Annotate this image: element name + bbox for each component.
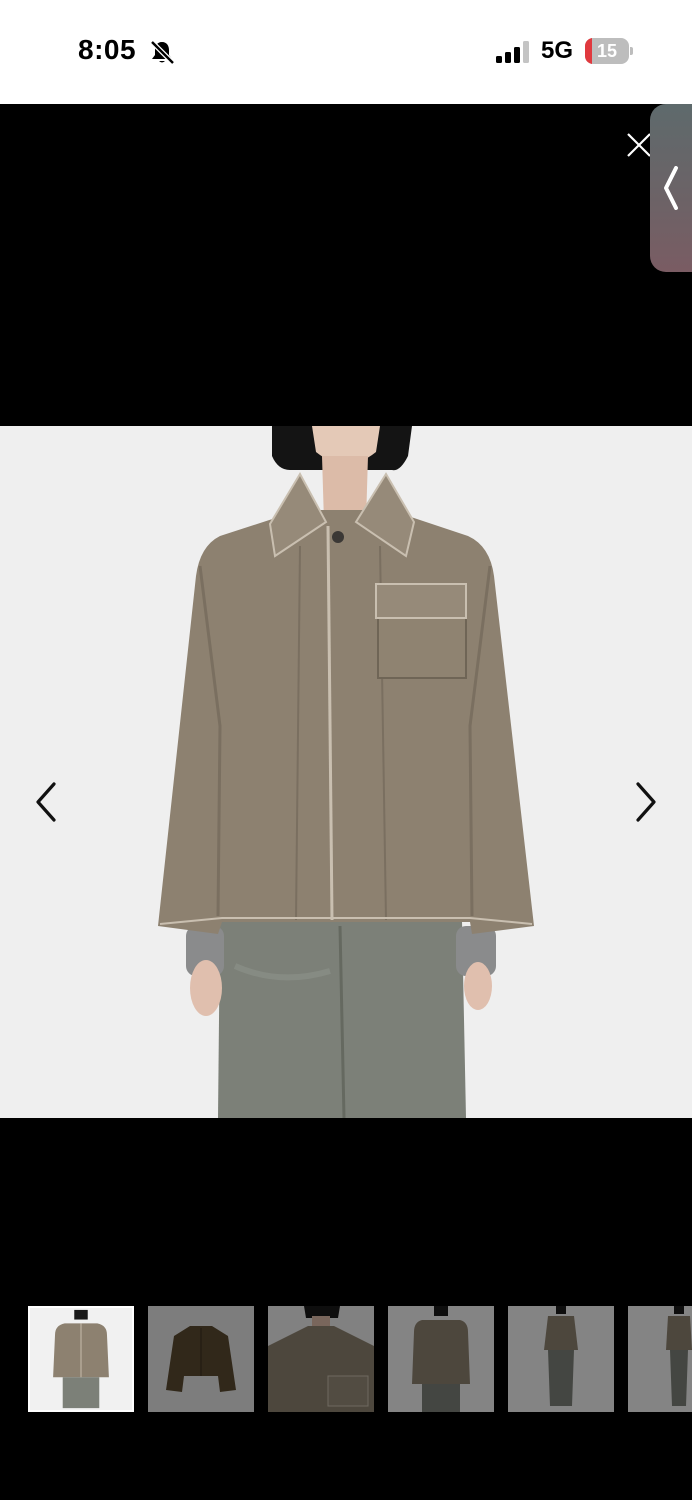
thumbnail-back-view[interactable] [388,1306,494,1412]
battery-nub [630,47,633,55]
cellular-signal-icon [496,41,529,63]
chevron-left-icon[interactable] [28,778,64,826]
thumbnail-image [268,1306,374,1412]
side-panel-tab[interactable] [650,104,692,272]
thumbnail-full-body[interactable] [508,1306,614,1412]
battery-body: 15 [585,38,629,64]
status-bar: 8:05 5G 15 [0,0,692,104]
product-photo [0,426,692,1118]
thumbnail-side-view[interactable] [628,1306,692,1412]
thumbnail-image [30,1308,132,1410]
network-type: 5G [541,37,574,64]
status-time: 8:05 [78,34,137,65]
thumbnail-image [388,1306,494,1412]
chevron-right-icon[interactable] [628,778,664,826]
thumbnail-strip [0,1306,692,1412]
side-panel-chevron-icon [664,166,678,210]
thumbnail-collar-detail[interactable] [268,1306,374,1412]
thumbnail-image [508,1306,614,1412]
thumbnail-image [148,1306,254,1412]
battery-level: 15 [596,41,618,61]
bell-slash-icon [150,40,175,65]
jacket-model-image [0,426,692,1118]
thumbnail-front-view[interactable] [28,1306,134,1412]
thumbnail-image [628,1306,692,1412]
battery-icon: 15 [585,38,633,64]
thumbnail-flat-lay[interactable] [148,1306,254,1412]
